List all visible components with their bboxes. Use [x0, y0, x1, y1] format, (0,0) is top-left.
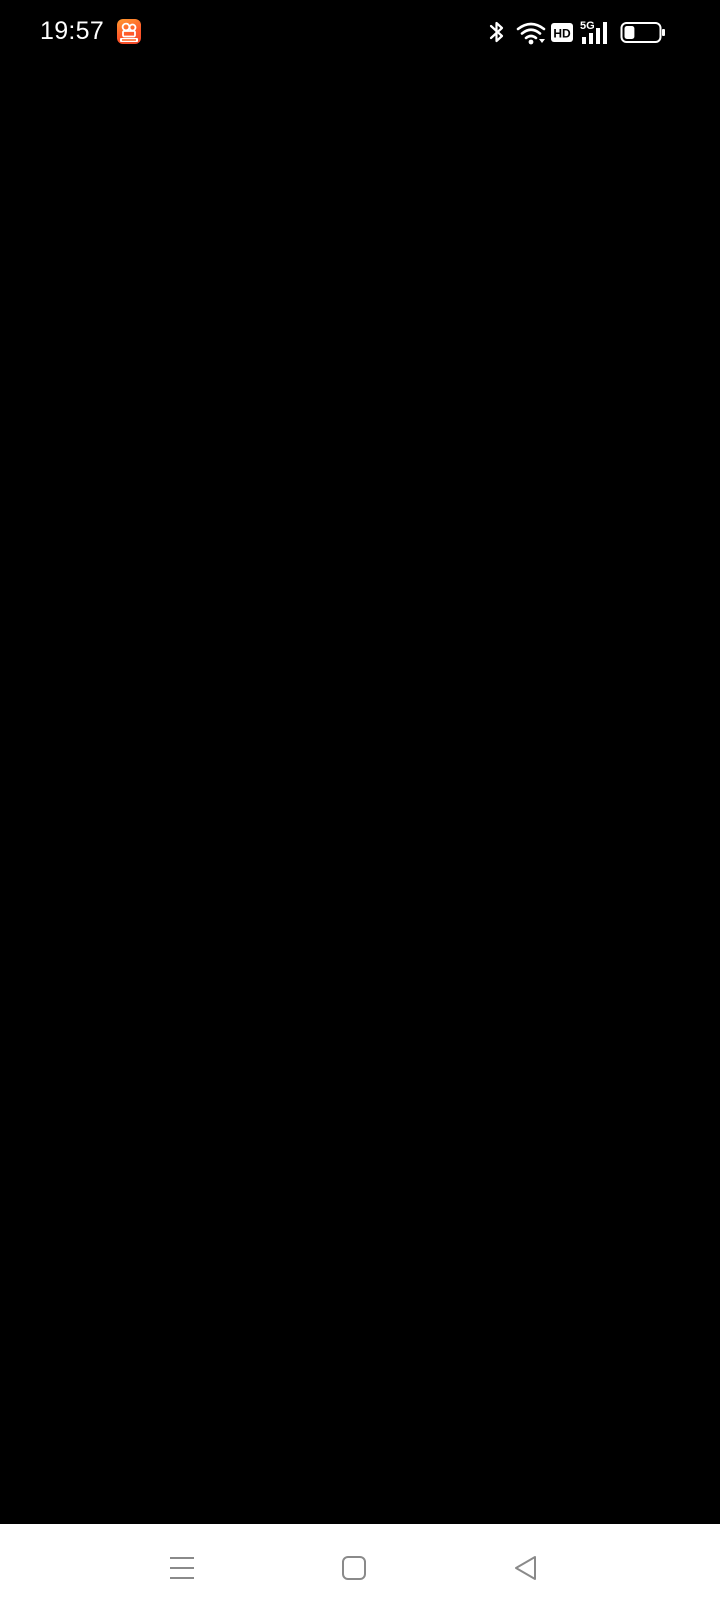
status-icons: HD 5G: [470, 18, 670, 48]
cellular-signal-icon: 5G: [580, 20, 607, 44]
battery-level-fill: [624, 26, 635, 39]
recent-apps-button[interactable]: [160, 1546, 204, 1590]
status-time: 19:57: [40, 17, 105, 45]
phone-screen: 19:57 HD 5G: [0, 0, 720, 1612]
blank-content-area: [0, 66, 720, 1524]
status-bar: 19:57 HD 5G: [0, 0, 720, 66]
wifi-icon: [516, 22, 546, 45]
navigation-bar: [0, 1524, 720, 1612]
home-button[interactable]: [332, 1546, 376, 1590]
hd-icon: HD: [551, 23, 573, 42]
back-button[interactable]: [504, 1546, 548, 1590]
menu-icon: [170, 1557, 194, 1579]
hd-label: HD: [553, 27, 571, 41]
bluetooth-icon: [489, 21, 504, 43]
home-square-icon: [342, 1556, 366, 1580]
back-triangle-icon: [515, 1556, 536, 1580]
battery-icon: [620, 22, 665, 43]
network-type-label: 5G: [580, 20, 595, 32]
video-app-icon: [117, 19, 141, 44]
